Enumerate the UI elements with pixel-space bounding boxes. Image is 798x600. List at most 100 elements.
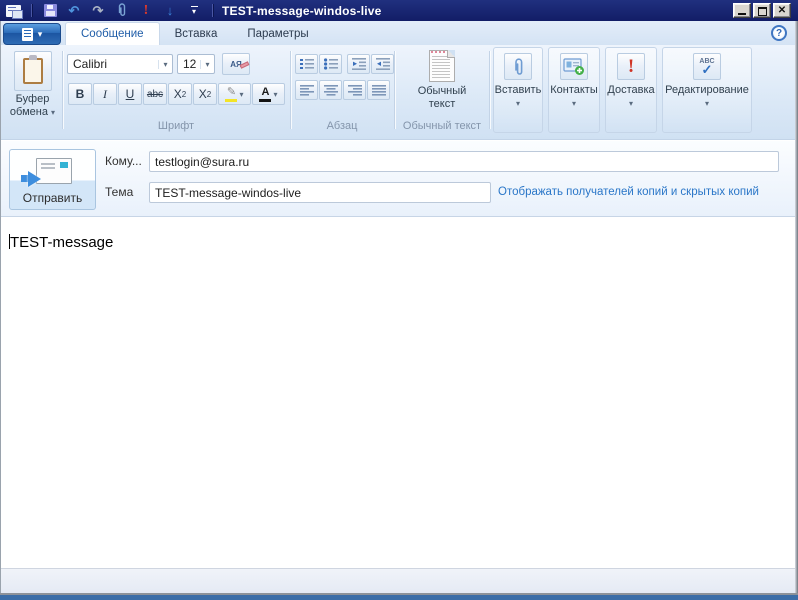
font-family-select[interactable]: Calibri ▾	[67, 54, 173, 74]
chevron-down-icon: ▾	[158, 59, 172, 69]
justify-button[interactable]	[367, 80, 390, 100]
chevron-down-icon: ▾	[239, 89, 244, 99]
align-center-button[interactable]	[319, 80, 342, 100]
importance-icon: !	[617, 53, 645, 80]
group-divider	[489, 51, 490, 129]
body-text: TEST-message	[9, 234, 114, 251]
align-right-button[interactable]	[343, 80, 366, 100]
increase-indent-button[interactable]	[371, 54, 394, 74]
chevron-down-icon: ▾	[704, 99, 709, 108]
close-button[interactable]: ✕	[773, 3, 791, 18]
tab-insert[interactable]: Вставка	[160, 22, 233, 45]
group-divider	[394, 51, 395, 129]
font-size-select[interactable]: 12 ▾	[177, 54, 215, 74]
attach-icon[interactable]	[113, 3, 131, 18]
highlighter-icon: ✎	[225, 86, 238, 102]
chevron-down-icon: ▾	[628, 99, 633, 108]
window-title: TEST-message-windos-live	[222, 3, 382, 18]
superscript-button[interactable]: X2	[193, 83, 217, 105]
message-window: ↶ ↷ ! ↓ ▾ TEST-message-windos-live ✕ ▾ С…	[0, 0, 798, 600]
group-divider	[290, 51, 291, 129]
group-font: Calibri ▾ 12 ▾ АЯ B I U abc X2 X2 ✎ ▾ A …	[64, 47, 288, 135]
status-bar	[1, 568, 795, 593]
separator	[31, 4, 32, 17]
italic-button[interactable]: I	[93, 83, 117, 105]
group-plain-text: Обычный текст Обычный текст	[396, 47, 488, 135]
plain-text-icon	[429, 50, 455, 82]
group-paragraph: Абзац	[292, 47, 394, 135]
add-contact-icon	[560, 53, 588, 80]
clear-formatting-button[interactable]: АЯ	[222, 53, 250, 75]
plain-text-button[interactable]: Обычный текст	[396, 47, 488, 111]
to-input[interactable]	[149, 151, 779, 172]
spellcheck-icon: ABC ✓	[693, 53, 721, 80]
ribbon-tab-bar: ▾ Сообщение Вставка Параметры ?	[1, 21, 795, 45]
tab-options[interactable]: Параметры	[232, 22, 323, 45]
contacts-menu-button[interactable]: Контакты ▾	[548, 47, 600, 133]
editing-menu-button[interactable]: ABC ✓ Редактирование ▾	[662, 47, 752, 133]
maximize-button[interactable]	[753, 3, 771, 18]
quick-access-toolbar: ↶ ↷ ! ↓ ▾	[0, 3, 216, 19]
undo-icon[interactable]: ↶	[65, 3, 83, 18]
align-center-icon	[323, 84, 338, 96]
window-controls: ✕	[733, 3, 791, 18]
compose-header: Отправить Кому... Тема Отображать получа…	[1, 141, 795, 217]
minimize-button[interactable]	[733, 3, 751, 18]
subscript-button[interactable]: X2	[168, 83, 192, 105]
insert-menu-button[interactable]: Вставить ▾	[493, 47, 543, 133]
chevron-down-icon: ▾	[51, 108, 56, 117]
help-icon[interactable]: ?	[771, 25, 787, 41]
font-color-icon: A	[259, 86, 272, 102]
message-body[interactable]: TEST-message	[1, 218, 795, 568]
bold-button[interactable]: B	[68, 83, 92, 105]
separator	[212, 4, 213, 17]
bulleted-list-button[interactable]	[319, 54, 342, 74]
align-left-icon	[299, 84, 314, 96]
justify-icon	[371, 84, 386, 96]
font-format-buttons: B I U abc X2 X2 ✎ ▾ A ▾	[68, 83, 285, 105]
group-label-plain-text: Обычный текст	[402, 120, 482, 132]
decrease-indent-button[interactable]	[347, 54, 370, 74]
clipboard-icon[interactable]	[13, 51, 52, 91]
bottom-edge	[0, 595, 798, 600]
increase-indent-icon	[375, 58, 390, 70]
decrease-indent-icon	[351, 58, 366, 70]
redo-icon[interactable]: ↷	[89, 3, 107, 18]
low-importance-icon[interactable]: ↓	[161, 3, 179, 18]
chevron-down-icon: ▾	[571, 99, 576, 108]
subject-input[interactable]	[149, 182, 491, 203]
to-label: Кому...	[105, 154, 142, 168]
app-menu-button[interactable]: ▾	[3, 23, 61, 45]
align-left-button[interactable]	[295, 80, 318, 100]
align-right-icon	[347, 84, 362, 96]
chevron-down-icon: ▾	[515, 99, 520, 108]
chevron-down-icon: ▾	[37, 28, 43, 39]
strikethrough-button[interactable]: abc	[143, 83, 167, 105]
send-button[interactable]: Отправить	[9, 149, 96, 210]
app-icon[interactable]	[4, 3, 23, 19]
font-color-button[interactable]: A ▾	[252, 83, 285, 105]
show-cc-bcc-link[interactable]: Отображать получателей копий и скрытых к…	[498, 186, 759, 198]
chevron-down-icon: ▾	[273, 89, 278, 99]
customize-qat-icon[interactable]: ▾	[185, 3, 203, 18]
window-border-left	[0, 21, 1, 593]
group-label-paragraph: Абзац	[326, 120, 358, 132]
save-icon[interactable]	[41, 3, 59, 18]
clipboard-label: Буфер обмена ▾	[9, 93, 56, 118]
send-envelope-icon	[21, 158, 72, 187]
group-divider	[62, 51, 63, 129]
title-bar: ↶ ↷ ! ↓ ▾ TEST-message-windos-live ✕	[0, 0, 798, 21]
bulleted-list-icon	[323, 58, 338, 70]
ribbon: Буфер обмена ▾ Calibri ▾ 12 ▾ АЯ B I U a…	[1, 45, 795, 140]
highlight-button[interactable]: ✎ ▾	[218, 83, 251, 105]
menu-icon	[21, 27, 33, 41]
group-clipboard[interactable]: Буфер обмена ▾	[5, 47, 60, 135]
numbered-list-button[interactable]	[295, 54, 318, 74]
subject-label: Тема	[105, 185, 134, 199]
underline-button[interactable]: U	[118, 83, 142, 105]
tab-message[interactable]: Сообщение	[65, 22, 160, 45]
group-label-font: Шрифт	[157, 120, 195, 132]
chevron-down-icon: ▾	[200, 59, 214, 69]
delivery-menu-button[interactable]: ! Доставка ▾	[605, 47, 657, 133]
importance-icon[interactable]: !	[137, 3, 155, 18]
